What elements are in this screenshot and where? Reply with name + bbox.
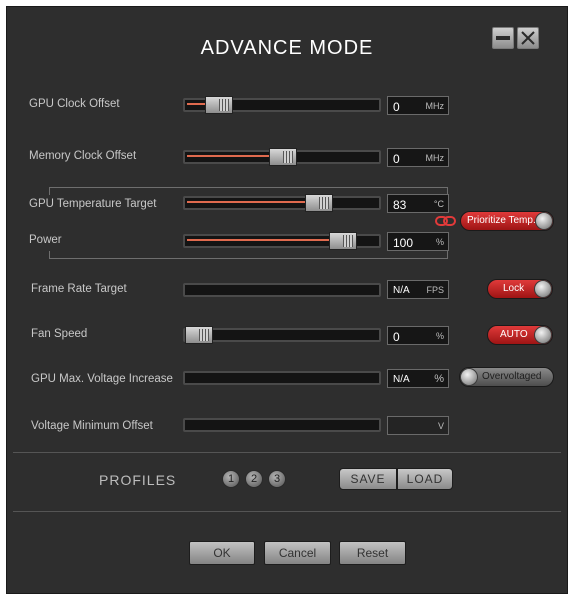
memory-clock-offset-slider[interactable] [183, 148, 381, 166]
gpu-max-voltage-increase-slider[interactable] [183, 371, 381, 385]
gpu-temperature-target-slider[interactable] [183, 194, 381, 212]
gpu-max-voltage-increase-label: GPU Max. Voltage Increase [31, 373, 173, 385]
unit-text: FPS [426, 285, 444, 295]
value-text: 83 [393, 198, 407, 212]
toggle-knob [460, 368, 478, 386]
reset-button[interactable]: Reset [339, 541, 406, 565]
voltage-minimum-offset-label: Voltage Minimum Offset [31, 420, 153, 432]
link-icon[interactable] [435, 215, 457, 227]
power-value-box[interactable]: 100 % [387, 232, 449, 251]
lock-toggle[interactable]: Lock [487, 279, 553, 299]
fan-speed-slider[interactable] [183, 326, 381, 344]
slider-thumb[interactable] [329, 232, 357, 250]
divider [13, 511, 561, 512]
gpu-clock-offset-value-box[interactable]: 0 MHz [387, 96, 449, 115]
slider-fill [187, 103, 207, 105]
power-slider[interactable] [183, 232, 381, 250]
unit-text: MHz [425, 153, 445, 163]
frame-rate-target-slider[interactable] [183, 283, 381, 297]
close-icon [521, 31, 535, 45]
prioritize-temp-toggle[interactable]: Prioritize Temp. [460, 211, 554, 231]
load-profile-button[interactable]: LOAD [397, 468, 453, 490]
ok-button[interactable]: OK [189, 541, 255, 565]
close-button[interactable] [517, 27, 539, 49]
unit-text: % [434, 373, 444, 385]
value-text: N/A [393, 285, 410, 296]
gpu-max-voltage-increase-value-box[interactable]: N/A % [387, 369, 449, 388]
frame-rate-target-value-box[interactable]: N/A FPS [387, 280, 449, 299]
value-text: N/A [393, 374, 410, 385]
toggle-label: Overvoltaged [482, 371, 542, 382]
toggle-knob [534, 280, 552, 298]
unit-text: V [437, 421, 444, 431]
profile-2-button[interactable]: 2 [245, 470, 263, 488]
memory-clock-offset-label: Memory Clock Offset [29, 150, 137, 162]
slider-thumb[interactable] [305, 194, 333, 212]
toggle-knob [535, 212, 553, 230]
unit-text: MHz [425, 101, 445, 111]
profile-3-button[interactable]: 3 [268, 470, 286, 488]
fan-auto-toggle[interactable]: AUTO [487, 325, 553, 345]
gpu-temperature-target-label: GPU Temperature Target [29, 198, 157, 210]
window-title: ADVANCE MODE [200, 37, 374, 59]
slider-thumb[interactable] [205, 96, 233, 114]
toggle-label: AUTO [500, 329, 528, 340]
overvoltaged-toggle[interactable]: Overvoltaged [459, 367, 554, 387]
gpu-temperature-target-value-box[interactable]: 83 °C [387, 194, 449, 213]
frame-rate-target-label: Frame Rate Target [31, 283, 127, 295]
gpu-clock-offset-slider[interactable] [183, 96, 381, 114]
voltage-minimum-offset-slider[interactable] [183, 418, 381, 432]
profiles-label: PROFILES [99, 472, 177, 488]
unit-text: °C [433, 199, 444, 209]
fan-speed-value-box[interactable]: 0 % [387, 326, 449, 345]
slider-thumb[interactable] [269, 148, 297, 166]
fan-speed-label: Fan Speed [31, 328, 88, 340]
toggle-label: Lock [503, 283, 525, 294]
toggle-label: Prioritize Temp. [467, 215, 536, 226]
divider [13, 452, 561, 453]
slider-thumb[interactable] [185, 326, 213, 344]
slider-fill [187, 239, 331, 241]
slider-fill [187, 155, 271, 157]
minimize-button[interactable] [492, 27, 514, 49]
memory-clock-offset-value-box[interactable]: 0 MHz [387, 148, 449, 167]
value-text: 100 [393, 236, 414, 250]
cancel-button[interactable]: Cancel [264, 541, 331, 565]
slider-fill [187, 201, 307, 203]
value-text: 0 [393, 152, 400, 166]
advance-mode-window: ADVANCE MODE GPU Clock Offset 0 MHz Memo… [6, 6, 568, 594]
unit-text: % [435, 331, 444, 341]
link-bracket-bottom [49, 251, 448, 259]
gpu-clock-offset-label: GPU Clock Offset [29, 98, 120, 110]
value-text: 0 [393, 330, 400, 344]
profile-1-button[interactable]: 1 [222, 470, 240, 488]
save-profile-button[interactable]: SAVE [339, 468, 397, 490]
value-text: 0 [393, 100, 400, 114]
voltage-minimum-offset-value-box[interactable]: V [387, 416, 449, 435]
minimize-icon [496, 36, 510, 40]
unit-text: % [435, 237, 444, 247]
power-label: Power [29, 234, 62, 246]
toggle-knob [534, 326, 552, 344]
